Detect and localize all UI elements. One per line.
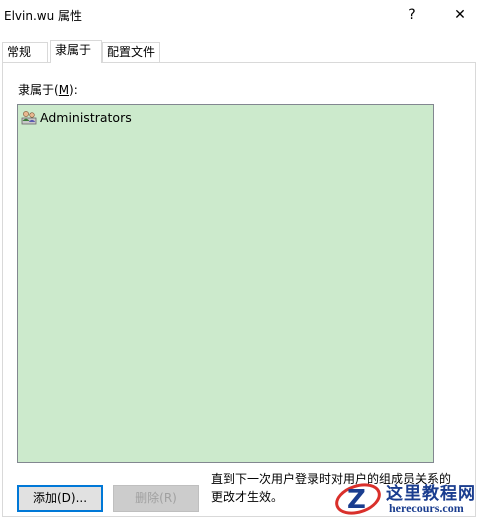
help-icon: ? <box>408 7 416 23</box>
member-of-label-suffix: ): <box>69 83 78 97</box>
title-bar: Elvin.wu 属性 ? ✕ <box>0 0 480 30</box>
watermark-subtitle: herecours.com <box>389 501 464 515</box>
list-item-label: Administrators <box>40 109 132 125</box>
close-icon: ✕ <box>454 7 466 23</box>
tab-profile[interactable]: 配置文件 <box>102 42 160 62</box>
member-of-list[interactable]: Administrators <box>17 104 434 463</box>
remove-button[interactable]: 删除(R) <box>113 485 199 512</box>
list-item[interactable]: Administrators <box>21 109 132 125</box>
svg-text:Z: Z <box>347 485 366 515</box>
tab-strip: 常规 隶属于 配置文件 <box>0 40 480 63</box>
add-button[interactable]: 添加(D)... <box>17 485 103 512</box>
group-icon <box>21 111 37 125</box>
tab-general[interactable]: 常规 <box>2 42 48 62</box>
help-button[interactable]: ? <box>392 2 432 28</box>
watermark-logo-icon: Z <box>335 483 381 515</box>
close-button[interactable]: ✕ <box>440 2 480 28</box>
member-of-label-mnemonic: M <box>58 83 70 97</box>
watermark: Z 这里教程网 herecours.com <box>333 476 480 519</box>
window-title: Elvin.wu 属性 <box>4 9 83 23</box>
member-of-label-prefix: 隶属于( <box>18 83 59 97</box>
member-of-label: 隶属于(M): <box>18 81 78 98</box>
tab-member-of[interactable]: 隶属于 <box>50 40 102 63</box>
